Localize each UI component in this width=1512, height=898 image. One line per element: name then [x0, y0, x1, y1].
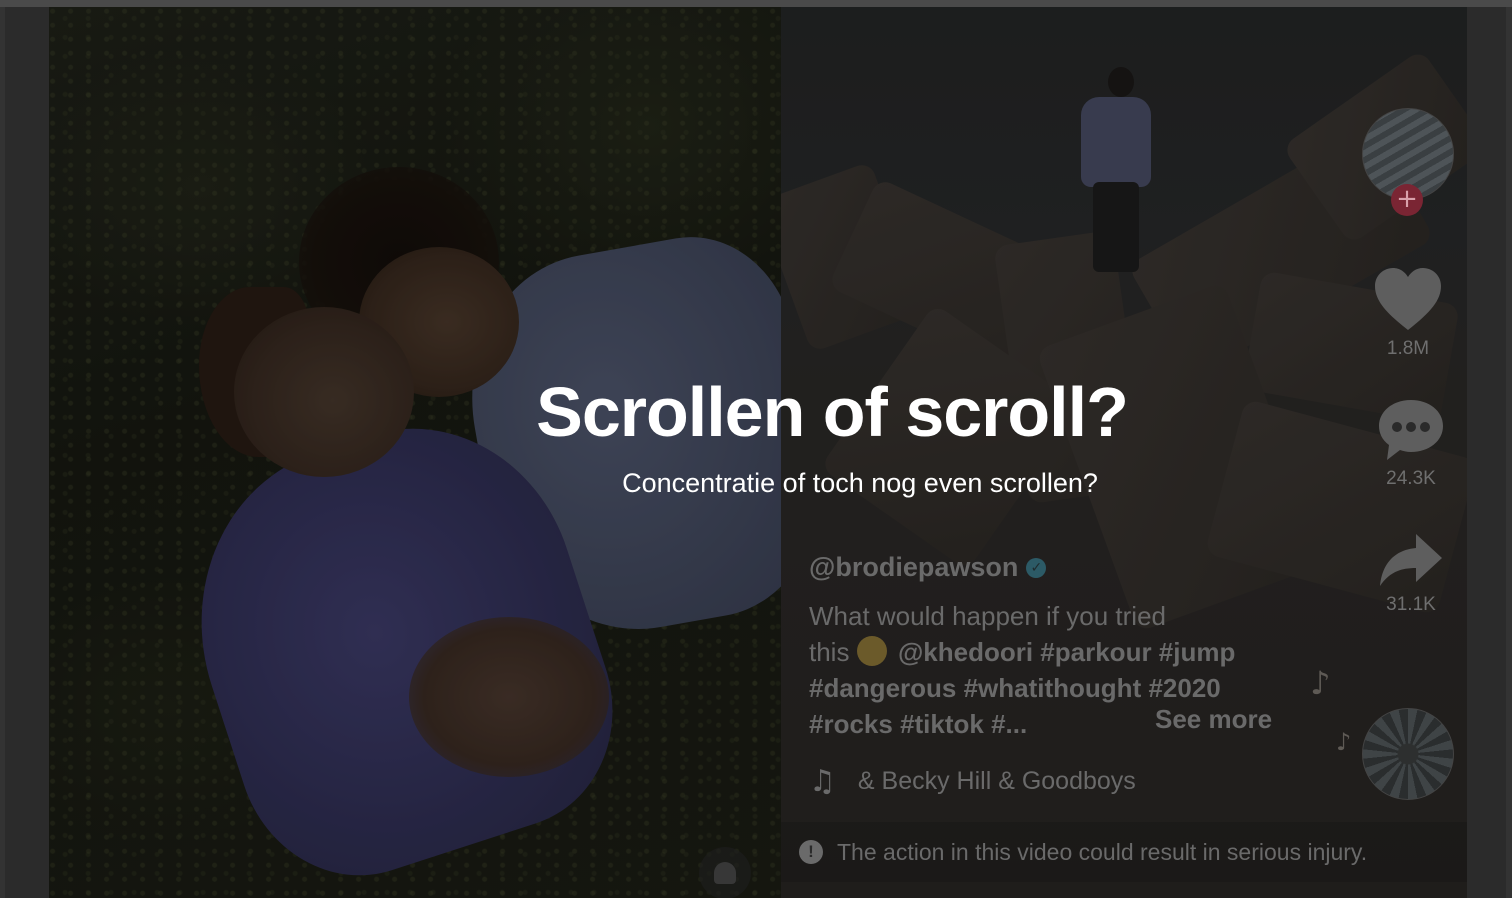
description-text: this	[809, 637, 850, 667]
description-tags[interactable]: @khedoori #parkour #jump	[898, 637, 1235, 667]
floating-note-icon: ♪	[1336, 728, 1352, 756]
music-disc[interactable]	[1362, 708, 1454, 800]
safety-warning-banner: ! The action in this video could result …	[781, 822, 1467, 882]
warning-text: The action in this video could result in…	[837, 838, 1368, 865]
description-line-2: this @khedoori #parkour #jump	[809, 634, 1289, 670]
floating-note-icon: ♪	[1310, 664, 1331, 702]
like-button[interactable]: 1.8M	[1358, 266, 1458, 360]
see-more-button[interactable]: See more	[1155, 704, 1272, 735]
like-count: 1.8M	[1386, 338, 1430, 359]
verified-check-icon: ✓	[1026, 557, 1047, 578]
heart-icon	[1375, 268, 1441, 330]
music-link[interactable]: ♫ & Becky Hill & Goodboys	[809, 764, 1136, 799]
share-count: 31.1K	[1386, 594, 1436, 615]
share-arrow-icon	[1380, 534, 1442, 586]
top-bar	[0, 0, 1512, 7]
share-button[interactable]: 31.1K	[1361, 532, 1461, 616]
description-line-1: What would happen if you tried	[809, 601, 1166, 631]
overlay-subtitle: Concentratie of toch nog even scrollen?	[622, 468, 1098, 498]
music-title[interactable]: & Becky Hill & Goodboys	[858, 767, 1136, 796]
warning-exclamation-icon: !	[799, 840, 823, 864]
username-text[interactable]: @brodiepawson	[809, 552, 1018, 583]
grimace-emoji-icon	[856, 636, 887, 666]
overlay-title: Scrollen of scroll?	[536, 373, 1129, 451]
creator-username[interactable]: @brodiepawson ✓	[809, 552, 1047, 583]
dim-overlay	[0, 7, 1512, 898]
description-line-3[interactable]: #dangerous #whatithought #2020	[809, 670, 1289, 706]
app-frame: @brodiepawson ✓ What would happen if you…	[0, 0, 1512, 898]
music-note-icon: ♫	[809, 764, 836, 799]
plus-icon[interactable]: +	[1391, 184, 1423, 216]
